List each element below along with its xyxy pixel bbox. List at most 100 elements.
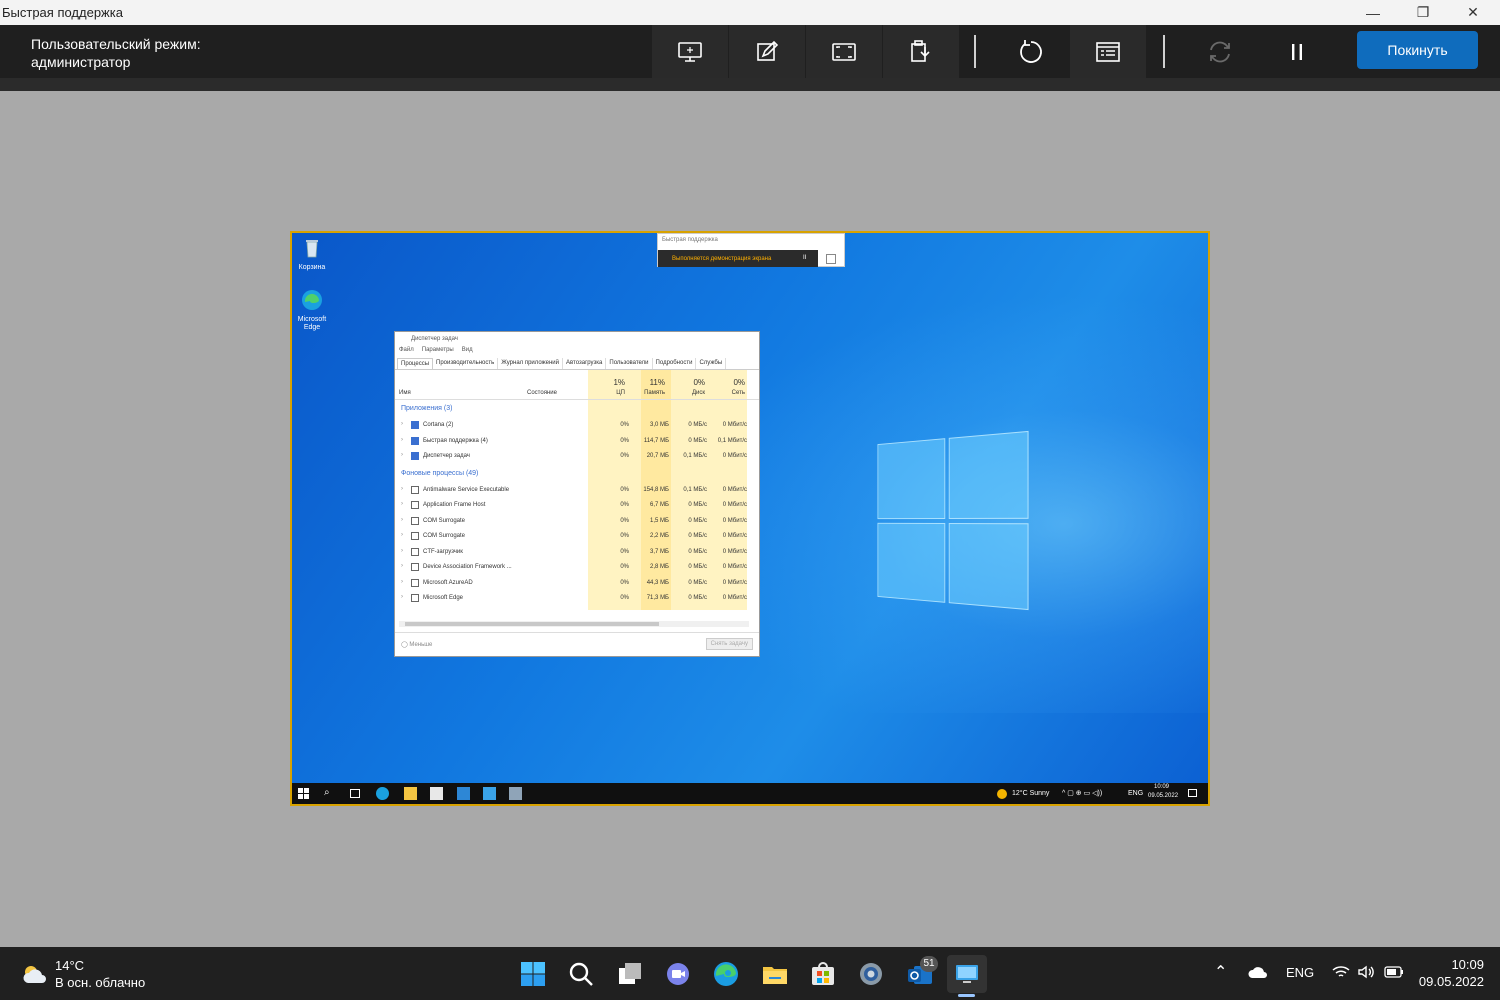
process-row[interactable]: › Microsoft Edge 0% 71,3 МБ 0 МБ/с 0 Мбит/с xyxy=(395,591,759,607)
leave-button[interactable]: Покинуть xyxy=(1357,31,1478,69)
col-cpu[interactable]: ЦП xyxy=(595,390,625,396)
remote-start-icon[interactable] xyxy=(298,788,309,799)
horizontal-scrollbar[interactable] xyxy=(399,621,749,627)
process-row[interactable]: › CTF-загрузчик 0% 3,7 МБ 0 МБ/с 0 Мбит/с xyxy=(395,545,759,561)
remote-mail-icon[interactable] xyxy=(457,787,470,800)
reconnect-button[interactable] xyxy=(1182,25,1258,78)
system-clock[interactable]: 10:09 09.05.2022 xyxy=(1410,956,1484,990)
tm-menu-options[interactable]: Параметры xyxy=(422,347,454,358)
store-button[interactable] xyxy=(803,955,843,993)
col-status[interactable]: Состояние xyxy=(527,390,557,396)
clipboard-button[interactable] xyxy=(883,25,959,78)
remote-edge-icon[interactable] xyxy=(376,787,389,800)
process-row[interactable]: › Application Frame Host 0% 6,7 МБ 0 МБ/с 0 М… xyxy=(395,498,759,514)
tab-users[interactable]: Пользователи xyxy=(606,358,653,369)
task-manager-window[interactable]: Диспетчер задач Файл Параметры Вид Проце… xyxy=(394,331,760,657)
show-hidden-icons-button[interactable]: ⌃ xyxy=(1214,962,1227,982)
quick-assist-button[interactable] xyxy=(947,955,987,993)
desktop-icon-recycle-bin[interactable]: Корзина xyxy=(292,237,332,272)
task-view-button[interactable] xyxy=(610,955,650,993)
col-net[interactable]: Сеть xyxy=(715,390,745,396)
toolbar-separator xyxy=(974,35,976,68)
desktop-icon-edge[interactable]: Microsoft Edge xyxy=(292,289,332,332)
tab-startup[interactable]: Автозагрузка xyxy=(563,358,607,369)
remote-task-view-icon[interactable] xyxy=(350,789,360,798)
volume-icon[interactable] xyxy=(1357,964,1375,980)
process-row[interactable]: › COM Surrogate 0% 1,5 МБ 0 МБ/с 0 Мбит/с xyxy=(395,514,759,530)
reconnect-icon xyxy=(1210,41,1230,62)
actual-size-icon xyxy=(832,42,856,61)
remote-time[interactable]: 10:09 xyxy=(1154,784,1169,790)
remote-tray-icons[interactable]: ^ ▢ ⊕ ▭ ◁)) xyxy=(1062,789,1102,797)
remote-lang[interactable]: ENG xyxy=(1128,790,1143,797)
remote-search-icon[interactable]: ⌕ xyxy=(324,787,337,800)
restart-button[interactable] xyxy=(993,25,1069,78)
tm-menu-view[interactable]: Вид xyxy=(462,347,473,358)
tab-details[interactable]: Подробности xyxy=(653,358,697,369)
process-row[interactable]: › Antimalware Service Executable 0% 154,8 М… xyxy=(395,483,759,499)
process-row[interactable]: › Диспетчер задач 0% 20,7 МБ 0,1 МБ/с 0 Мбит/… xyxy=(395,449,759,465)
process-net: 0 Мбит/с xyxy=(722,564,747,570)
expand-chevron-icon[interactable]: › xyxy=(401,452,403,458)
less-details-button[interactable]: ◯ Меньше xyxy=(401,641,432,648)
tab-performance[interactable]: Производительность xyxy=(433,358,499,369)
file-explorer-button[interactable] xyxy=(755,955,795,993)
tab-processes[interactable]: Процессы xyxy=(397,358,434,369)
expand-chevron-icon[interactable]: › xyxy=(401,594,403,600)
remote-task-manager-icon[interactable] xyxy=(509,787,522,800)
col-name[interactable]: Имя xyxy=(399,390,411,396)
process-name: Microsoft AzureAD xyxy=(423,579,473,586)
clipboard-icon[interactable] xyxy=(826,254,836,264)
start-button[interactable] xyxy=(513,955,553,993)
task-manager-button[interactable] xyxy=(1070,25,1146,78)
toolbar: Пользовательский режим: администратор По… xyxy=(0,25,1500,78)
remote-notification-icon[interactable] xyxy=(1188,789,1197,797)
end-task-button[interactable]: Снять задачу xyxy=(705,638,753,650)
remote-explorer-icon[interactable] xyxy=(404,787,417,800)
battery-icon[interactable] xyxy=(1384,966,1404,978)
edge-button[interactable] xyxy=(706,955,746,993)
language-indicator[interactable]: ENG xyxy=(1286,965,1314,980)
restore-button[interactable]: ❐ xyxy=(1398,0,1448,25)
process-row[interactable]: › Cortana (2) 0% 3,0 МБ 0 МБ/с 0 Мбит/с xyxy=(395,418,759,434)
process-row[interactable]: › Device Association Framework ... 0% 2,8 М… xyxy=(395,560,759,576)
process-row[interactable]: › Microsoft AzureAD 0% 44,3 МБ 0 МБ/с 0 Мбит/… xyxy=(395,576,759,592)
expand-chevron-icon[interactable]: › xyxy=(401,548,403,554)
select-monitor-button[interactable] xyxy=(652,25,728,78)
wifi-icon[interactable] xyxy=(1332,964,1350,980)
annotate-button[interactable] xyxy=(729,25,805,78)
minimize-button[interactable]: — xyxy=(1348,0,1398,25)
col-mem[interactable]: Память xyxy=(635,390,665,396)
pause-button[interactable] xyxy=(1259,25,1335,78)
chat-button[interactable] xyxy=(658,955,698,993)
process-mem: 20,7 МБ xyxy=(646,453,669,459)
remote-screen[interactable]: Корзина Microsoft Edge Быстрая поддержка… xyxy=(290,231,1210,806)
process-row[interactable]: › Быстрая поддержка (4) 0% 114,7 МБ 0 МБ/с 0,… xyxy=(395,434,759,450)
tm-menu-file[interactable]: Файл xyxy=(399,347,414,358)
expand-chevron-icon[interactable]: › xyxy=(401,579,403,585)
onedrive-icon[interactable] xyxy=(1248,965,1268,979)
process-row[interactable]: › COM Surrogate 0% 2,2 МБ 0 МБ/с 0 Мбит/с xyxy=(395,529,759,545)
expand-chevron-icon[interactable]: › xyxy=(401,563,403,569)
expand-chevron-icon[interactable]: › xyxy=(401,517,403,523)
remote-store-icon[interactable] xyxy=(430,787,443,800)
close-button[interactable]: ✕ xyxy=(1448,0,1498,25)
col-disk[interactable]: Диск xyxy=(675,390,705,396)
settings-button[interactable] xyxy=(851,955,891,993)
actual-size-button[interactable] xyxy=(806,25,882,78)
tab-app-history[interactable]: Журнал приложений xyxy=(498,358,563,369)
tm-menu: Файл Параметры Вид xyxy=(395,346,759,358)
tab-services[interactable]: Службы xyxy=(696,358,727,369)
expand-chevron-icon[interactable]: › xyxy=(401,486,403,492)
remote-quick-assist-icon[interactable] xyxy=(483,787,496,800)
expand-chevron-icon[interactable]: › xyxy=(401,437,403,443)
remote-weather[interactable]: 12°C Sunny xyxy=(1012,790,1049,797)
expand-chevron-icon[interactable]: › xyxy=(401,532,403,538)
search-button[interactable] xyxy=(561,955,601,993)
scroll-thumb[interactable] xyxy=(405,622,659,626)
remote-qa-pause[interactable]: II xyxy=(803,255,806,261)
expand-chevron-icon[interactable]: › xyxy=(401,421,403,427)
remote-date[interactable]: 09.05.2022 xyxy=(1148,793,1178,799)
clock-time: 10:09 xyxy=(1451,957,1484,972)
expand-chevron-icon[interactable]: › xyxy=(401,501,403,507)
